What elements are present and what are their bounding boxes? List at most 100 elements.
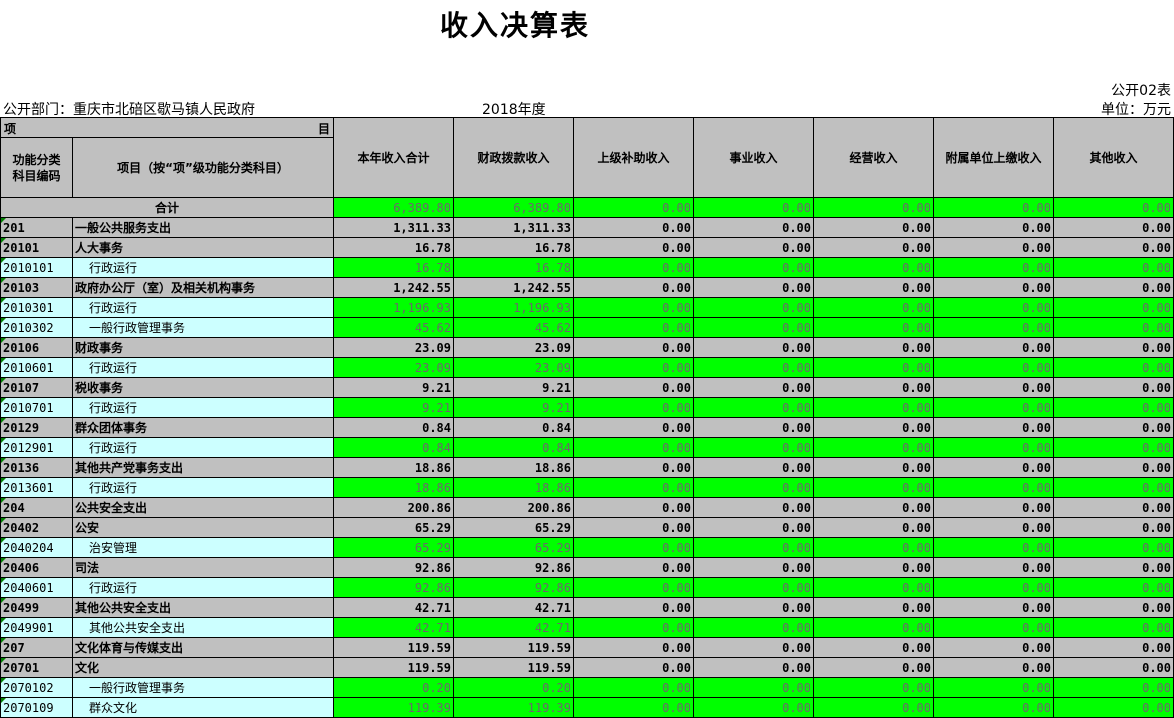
row-value: 0.00	[933, 477, 1054, 498]
row-value: 0.00	[813, 597, 934, 618]
total-value: 6,389.80	[333, 197, 454, 218]
row-value: 0.00	[573, 277, 694, 298]
row-value: 0.00	[933, 537, 1054, 558]
row-value: 23.09	[333, 357, 454, 378]
row-name: 行政运行	[72, 577, 334, 598]
table-row: 201 一般公共服务支出 1,311.33 1,311.33 0.00 0.00 0.00 0…	[0, 217, 1174, 238]
row-value: 0.84	[453, 437, 574, 458]
row-value: 92.86	[333, 557, 454, 578]
row-value: 0.00	[813, 537, 934, 558]
row-code: 204	[0, 497, 73, 518]
row-name: 其他公共安全支出	[72, 617, 334, 638]
row-value: 0.00	[573, 537, 694, 558]
row-value: 0.00	[1053, 337, 1174, 358]
row-value: 0.00	[933, 297, 1054, 318]
row-value: 0.00	[573, 517, 694, 538]
row-code: 2070109	[0, 697, 73, 718]
row-value: 65.29	[453, 537, 574, 558]
row-value: 0.00	[1053, 657, 1174, 678]
row-value: 0.00	[573, 677, 694, 698]
row-name: 司法	[72, 557, 334, 578]
row-value: 0.00	[573, 657, 694, 678]
row-value: 0.00	[1053, 697, 1174, 718]
row-value: 92.86	[453, 577, 574, 598]
row-value: 0.00	[693, 457, 814, 478]
row-value: 0.00	[813, 637, 934, 658]
row-value: 0.00	[933, 457, 1054, 478]
row-value: 0.00	[813, 257, 934, 278]
row-value: 0.00	[1053, 577, 1174, 598]
row-value: 0.00	[693, 557, 814, 578]
row-value: 0.00	[933, 617, 1054, 638]
row-value: 0.00	[1053, 477, 1174, 498]
row-value: 0.00	[1053, 497, 1174, 518]
row-value: 0.00	[1053, 417, 1174, 438]
row-code: 20101	[0, 237, 73, 258]
row-value: 0.00	[813, 217, 934, 238]
mu-label: 目	[317, 122, 330, 136]
row-value: 65.29	[453, 517, 574, 538]
row-value: 0.00	[573, 397, 694, 418]
row-value: 18.86	[333, 477, 454, 498]
row-value: 0.00	[933, 437, 1054, 458]
row-value: 0.00	[573, 377, 694, 398]
row-name: 一般公共服务支出	[72, 217, 334, 238]
row-value: 9.21	[333, 397, 454, 418]
row-value: 0.00	[573, 417, 694, 438]
row-value: 0.00	[573, 257, 694, 278]
row-code: 2010101	[0, 257, 73, 278]
total-value: 0.00	[1053, 197, 1174, 218]
row-value: 0.00	[1053, 277, 1174, 298]
row-value: 0.00	[693, 597, 814, 618]
row-value: 119.59	[453, 657, 574, 678]
row-value: 0.00	[693, 497, 814, 518]
row-value: 0.00	[933, 637, 1054, 658]
row-value: 0.00	[813, 617, 934, 638]
row-value: 0.00	[693, 317, 814, 338]
meta-row: 公开部门：重庆市北碚区歇马镇人民政府 2018年度 单位：万元	[0, 99, 1174, 118]
row-value: 1,242.55	[333, 277, 454, 298]
row-name: 行政运行	[72, 437, 334, 458]
row-name: 人大事务	[72, 237, 334, 258]
row-value: 0.00	[693, 337, 814, 358]
row-code: 2010301	[0, 297, 73, 318]
row-value: 0.00	[1053, 377, 1174, 398]
row-value: 0.00	[573, 297, 694, 318]
row-code: 2070102	[0, 677, 73, 698]
row-value: 0.00	[1053, 217, 1174, 238]
department-label: 公开部门：重庆市北碚区歇马镇人民政府	[3, 102, 255, 118]
row-value: 200.86	[453, 497, 574, 518]
table-row: 2040601 行政运行 92.86 92.86 0.00 0.00 0.00 0.00 0.0…	[0, 577, 1174, 598]
row-value: 0.00	[1053, 437, 1174, 458]
row-value: 23.09	[453, 337, 574, 358]
row-value: 0.00	[693, 477, 814, 498]
row-code: 2013601	[0, 477, 73, 498]
row-value: 0.00	[813, 357, 934, 378]
row-value: 0.00	[693, 437, 814, 458]
table-row: 20701 文化 119.59 119.59 0.00 0.00 0.00 0.00 0.00	[0, 657, 1174, 678]
row-value: 16.78	[453, 257, 574, 278]
row-value: 0.00	[813, 677, 934, 698]
row-value: 18.86	[333, 457, 454, 478]
row-value: 1,196.93	[453, 297, 574, 318]
row-value: 0.00	[813, 397, 934, 418]
col-header-total: 本年收入合计	[333, 117, 454, 198]
row-value: 0.00	[693, 417, 814, 438]
row-value: 18.86	[453, 457, 574, 478]
row-value: 0.00	[1053, 677, 1174, 698]
row-value: 0.00	[573, 217, 694, 238]
row-name: 公共安全支出	[72, 497, 334, 518]
total-value: 0.00	[813, 197, 934, 218]
row-value: 0.00	[933, 417, 1054, 438]
table-row: 204 公共安全支出 200.86 200.86 0.00 0.00 0.00 0.00 0.0…	[0, 497, 1174, 518]
row-value: 200.86	[333, 497, 454, 518]
total-value: 0.00	[693, 197, 814, 218]
row-value: 0.00	[813, 437, 934, 458]
row-code: 20129	[0, 417, 73, 438]
row-value: 0.00	[573, 437, 694, 458]
row-code: 20136	[0, 457, 73, 478]
row-value: 42.71	[453, 617, 574, 638]
xiang-mu-header: 项 目	[0, 117, 334, 138]
row-value: 0.00	[933, 217, 1054, 238]
row-value: 0.00	[693, 637, 814, 658]
